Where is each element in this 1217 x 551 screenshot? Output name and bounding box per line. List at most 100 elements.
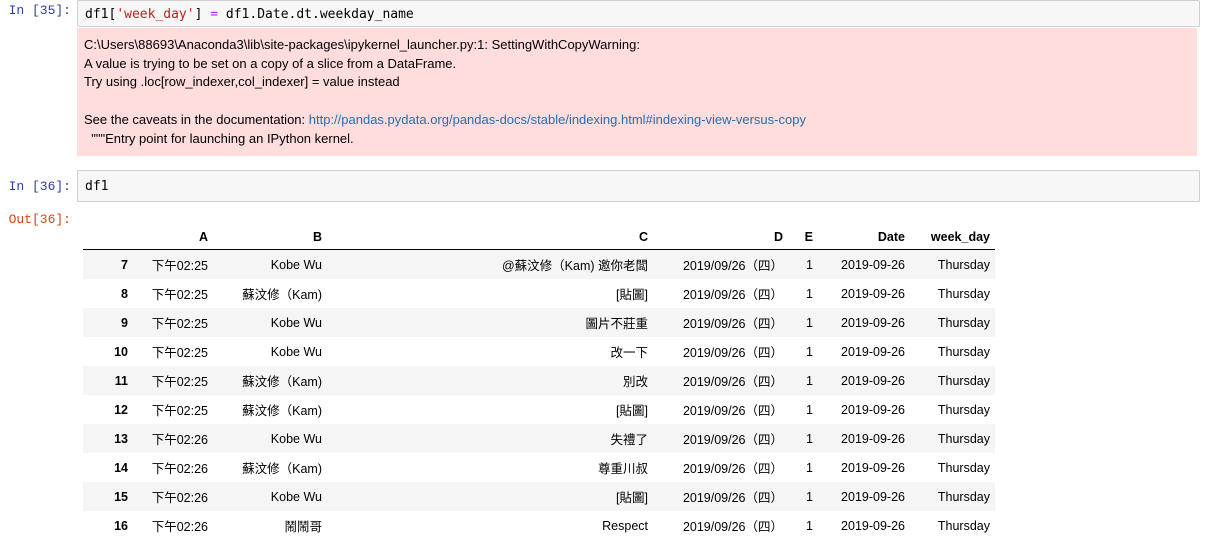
table-cell: 下午02:25 bbox=[151, 288, 208, 302]
table-cell: 1 bbox=[806, 344, 813, 359]
documentation-link[interactable]: http://pandas.pydata.org/pandas-docs/sta… bbox=[309, 112, 806, 127]
table-cell: Thursday bbox=[937, 344, 990, 359]
cell-35-prompt: In [35]: bbox=[8, 3, 71, 18]
row-index: 15 bbox=[114, 489, 128, 504]
table-row: 10 下午02:25 Kobe Wu 改一下 2019/09/26（四） 1 2019-09… bbox=[83, 337, 995, 366]
table-cell: [貼圖] bbox=[616, 491, 648, 505]
index-header bbox=[83, 224, 133, 250]
table-cell: 2019/09/26（四） bbox=[682, 462, 783, 476]
table-cell: Thursday bbox=[937, 257, 990, 272]
row-index: 16 bbox=[114, 518, 128, 533]
table-cell: 2019-09-26 bbox=[841, 489, 905, 504]
column-header: week_day bbox=[910, 224, 995, 250]
table-cell: 蘇汶修（Kam) bbox=[242, 288, 322, 302]
table-cell: Kobe Wu bbox=[270, 257, 322, 272]
table-cell: 下午02:25 bbox=[151, 404, 208, 418]
table-cell: 蘇汶修（Kam) bbox=[242, 404, 322, 418]
table-cell: 2019/09/26（四） bbox=[682, 491, 783, 505]
table-cell: 2019-09-26 bbox=[841, 518, 905, 533]
table-row: 7 下午02:25 Kobe Wu @蘇汶修（Kam) 邀你老闆 2019/09/26（… bbox=[83, 249, 995, 279]
table-cell: 1 bbox=[806, 373, 813, 388]
table-cell: 2019-09-26 bbox=[841, 286, 905, 301]
table-cell: 2019-09-26 bbox=[841, 373, 905, 388]
warning-line: A value is trying to be set on a copy of… bbox=[84, 55, 457, 71]
table-cell: 2019/09/26（四） bbox=[682, 346, 783, 360]
table-cell: 2019-09-26 bbox=[841, 431, 905, 446]
table-cell: Thursday bbox=[937, 315, 990, 330]
row-index: 11 bbox=[114, 373, 128, 388]
warning-line: See the caveats in the documentation: bbox=[84, 111, 309, 127]
row-index: 12 bbox=[114, 402, 128, 417]
table-body: 7 下午02:25 Kobe Wu @蘇汶修（Kam) 邀你老闆 2019/09/26（… bbox=[83, 249, 995, 540]
code-token: ] bbox=[194, 7, 211, 22]
code-token: df1[ bbox=[85, 7, 117, 22]
row-index: 7 bbox=[121, 257, 128, 272]
row-index: 9 bbox=[121, 315, 128, 330]
dataframe-table: A B C D E Date week_day 7 下午02:25 Kobe Wu @蘇汶修（Ka… bbox=[83, 224, 995, 540]
table-cell: 下午02:25 bbox=[151, 259, 208, 273]
table-cell: 下午02:25 bbox=[151, 346, 208, 360]
table-cell: 2019-09-26 bbox=[841, 402, 905, 417]
table-cell: Kobe Wu bbox=[270, 489, 322, 504]
table-cell: 2019-09-26 bbox=[841, 257, 905, 272]
table-cell: 1 bbox=[806, 315, 813, 330]
table-row: 12 下午02:25 蘇汶修（Kam) [貼圖] 2019/09/26（四） 1 2019-… bbox=[83, 395, 995, 424]
table-cell: Kobe Wu bbox=[270, 315, 322, 330]
column-header: B bbox=[213, 224, 327, 250]
code-token: df1.Date.dt.weekday_name bbox=[218, 7, 414, 22]
table-row: 14 下午02:26 蘇汶修（Kam) 尊重川叔 2019/09/26（四） 1 2019-… bbox=[83, 453, 995, 482]
table-cell: 2019/09/26（四） bbox=[682, 404, 783, 418]
row-index: 8 bbox=[121, 286, 128, 301]
table-cell: 下午02:25 bbox=[151, 375, 208, 389]
table-cell: Thursday bbox=[937, 286, 990, 301]
warning-line: """Entry point for launching an IPython … bbox=[84, 130, 354, 146]
table-cell: Respect bbox=[602, 518, 648, 533]
column-header: D bbox=[653, 224, 788, 250]
column-header: E bbox=[788, 224, 818, 250]
table-cell: Kobe Wu bbox=[270, 344, 322, 359]
table-header: A B C D E Date week_day bbox=[83, 224, 995, 250]
warning-line: Try using .loc[row_indexer,col_indexer] … bbox=[84, 74, 400, 90]
row-index: 13 bbox=[114, 431, 128, 446]
code-operator-token: = bbox=[210, 7, 219, 22]
table-cell: 2019-09-26 bbox=[841, 315, 905, 330]
table-cell: 2019-09-26 bbox=[841, 344, 905, 359]
table-cell: 尊重川叔 bbox=[597, 462, 648, 476]
table-cell: 改一下 bbox=[610, 346, 648, 360]
table-cell: 1 bbox=[806, 431, 813, 446]
column-header: C bbox=[327, 224, 653, 250]
table-cell: 2019-09-26 bbox=[841, 460, 905, 475]
table-row: 15 下午02:26 Kobe Wu [貼圖] 2019/09/26（四） 1 2019-0… bbox=[83, 482, 995, 511]
table-cell: 1 bbox=[806, 518, 813, 533]
table-cell: 下午02:25 bbox=[151, 317, 208, 331]
code-string-token: 'week_day' bbox=[116, 7, 195, 22]
table-cell: 1 bbox=[806, 402, 813, 417]
table-cell: 2019/09/26（四） bbox=[682, 317, 783, 331]
column-header: A bbox=[133, 224, 213, 250]
table-cell: Thursday bbox=[937, 431, 990, 446]
table-cell: 圖片不莊重 bbox=[585, 317, 648, 331]
table-cell: 2019/09/26（四） bbox=[682, 259, 783, 273]
warning-line: C:\Users\88693\Anaconda3\lib\site-packag… bbox=[84, 37, 640, 52]
cell-35-code-input[interactable]: df1['week_day'] = df1.Date.dt.weekday_na… bbox=[77, 0, 1200, 27]
table-row: 9 下午02:25 Kobe Wu 圖片不莊重 2019/09/26（四） 1 2019-0… bbox=[83, 308, 995, 337]
table-row: 13 下午02:26 Kobe Wu 失禮了 2019/09/26（四） 1 2019-09… bbox=[83, 424, 995, 453]
table-cell: 2019/09/26（四） bbox=[682, 433, 783, 447]
table-cell: 下午02:26 bbox=[151, 520, 208, 534]
table-cell: Thursday bbox=[937, 489, 990, 504]
table-cell: 2019/09/26（四） bbox=[682, 375, 783, 389]
table-cell: 蘇汶修（Kam) bbox=[242, 375, 322, 389]
table-cell: 失禮了 bbox=[610, 433, 648, 447]
table-cell: 蘇汶修（Kam) bbox=[242, 462, 322, 476]
table-cell: 1 bbox=[806, 286, 813, 301]
table-cell: Thursday bbox=[937, 460, 990, 475]
table-row: 11 下午02:25 蘇汶修（Kam) 別改 2019/09/26（四） 1 2019-09… bbox=[83, 366, 995, 395]
table-cell: 1 bbox=[806, 257, 813, 272]
table-cell: 別改 bbox=[622, 375, 648, 389]
row-index: 10 bbox=[114, 344, 128, 359]
row-index: 14 bbox=[114, 460, 128, 475]
table-cell: 1 bbox=[806, 460, 813, 475]
cell-36-code-input[interactable]: df1 bbox=[77, 170, 1200, 202]
cell-36-out-prompt: Out[36]: bbox=[8, 212, 71, 227]
code-token: df1 bbox=[85, 179, 109, 194]
